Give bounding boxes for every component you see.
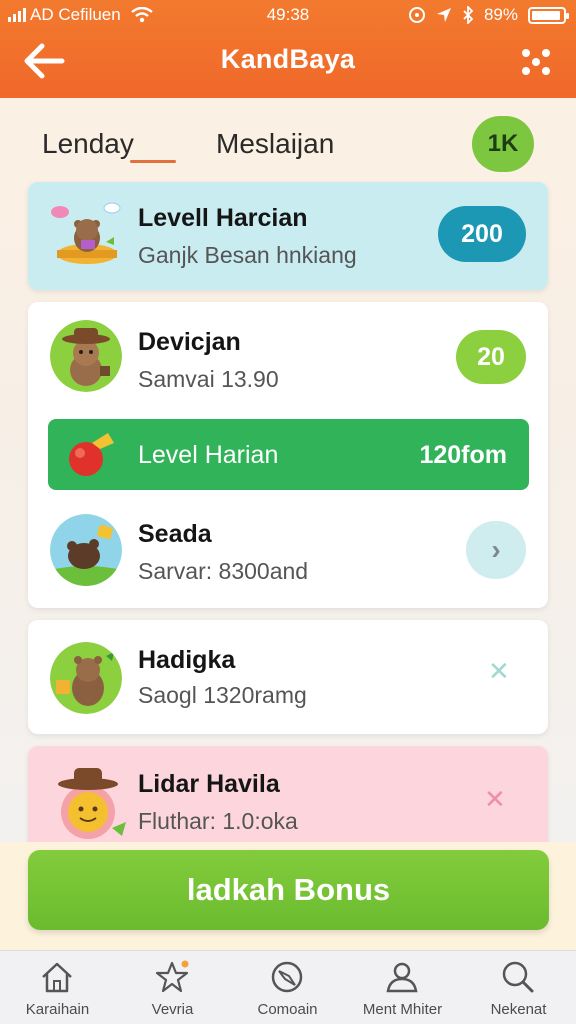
nav-item-profile[interactable]: Ment Mhiter <box>345 951 460 1024</box>
item-subtitle: Saogl 1320ramg <box>138 682 307 708</box>
nav-label: Vevria <box>151 1001 194 1018</box>
star-icon <box>155 960 189 993</box>
reward-badge[interactable]: 20 <box>456 330 526 384</box>
chevron-right-icon[interactable]: › <box>466 521 526 579</box>
item-title: Seada <box>138 520 212 548</box>
item-title: Levell Harcian <box>138 204 308 232</box>
profile-icon <box>386 962 418 993</box>
level-harian-bar[interactable]: Level Harian 120fom <box>48 419 529 490</box>
home-icon <box>42 962 72 993</box>
claim-bonus-button[interactable]: ladkah Bonus <box>28 850 549 930</box>
app-header: AD Cefiluen 49:38 89% KandBaya <box>0 0 576 98</box>
nav-item-favorites[interactable]: Vevria <box>115 951 230 1024</box>
page-title: KandBaya <box>220 44 356 74</box>
bear-avatar-icon <box>50 642 122 714</box>
list-item[interactable]: Hadigka Saogl 1320ramg ✕ <box>28 620 548 734</box>
search-icon <box>502 961 534 993</box>
nav-label: Comoain <box>257 1001 318 1018</box>
bear-avatar-icon <box>50 514 122 586</box>
sun-cowboy-avatar-icon <box>58 768 126 839</box>
item-subtitle: Fluthar: 1.0:oka <box>138 808 298 834</box>
item-subtitle: Sarvar: 8300and <box>138 558 309 584</box>
item-title: Devicjan <box>138 328 241 356</box>
location-icon <box>436 8 451 22</box>
apple-icon <box>69 433 114 476</box>
item-subtitle: Ganjk Besan hnkiang <box>138 242 357 268</box>
battery-percent: 89% <box>483 5 518 24</box>
bear-avatar-icon <box>51 202 121 264</box>
tab-lenday[interactable]: Lenday <box>42 128 134 160</box>
battery-icon <box>528 6 569 24</box>
nav-item-home[interactable]: Karaihain <box>0 951 115 1024</box>
coin-balance-badge[interactable]: 1K <box>472 116 534 172</box>
item-title: Lidar Havila <box>138 770 280 798</box>
nav-item-compass[interactable]: Comoain <box>230 951 345 1024</box>
close-icon[interactable]: ✕ <box>484 784 506 815</box>
level-value: 120fom <box>419 441 507 469</box>
item-subtitle: Samvai 13.90 <box>138 366 279 392</box>
reward-badge[interactable]: 200 <box>438 206 526 262</box>
compass-icon <box>271 961 303 993</box>
bluetooth-icon <box>463 6 474 24</box>
bottom-nav: Karaihain Vevria Comoain Ment Mhiter Nek… <box>0 950 576 1024</box>
tab-meslaijan[interactable]: Meslaijan <box>216 128 334 160</box>
tab-active-indicator <box>130 160 176 163</box>
nav-label: Ment Mhiter <box>362 1001 443 1018</box>
list-item[interactable]: Lidar Havila Fluthar: 1.0:oka ✕ <box>28 746 548 846</box>
apps-menu-icon[interactable] <box>518 44 554 80</box>
nav-item-search[interactable]: Nekenat <box>461 951 576 1024</box>
item-title: Hadigka <box>138 646 236 674</box>
nav-label: Karaihain <box>25 1001 90 1018</box>
close-icon[interactable]: ✕ <box>488 656 510 687</box>
level-label: Level Harian <box>138 441 279 469</box>
status-bar: AD Cefiluen 49:38 89% <box>0 0 576 30</box>
nav-label: Nekenat <box>490 1001 547 1018</box>
alarm-icon <box>408 7 425 23</box>
cowboy-bear-avatar-icon <box>50 320 122 392</box>
